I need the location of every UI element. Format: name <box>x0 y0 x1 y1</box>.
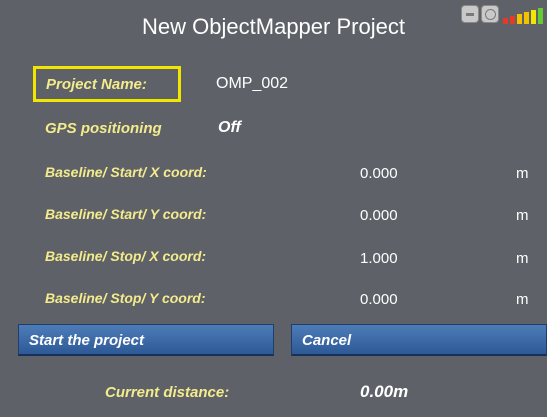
start-x-value[interactable]: 0.000 <box>360 165 398 182</box>
signal-bar <box>517 14 522 24</box>
start-y-unit: m <box>516 207 529 224</box>
stop-x-unit: m <box>516 250 529 267</box>
stop-y-label: Baseline/ Stop/ Y coord: <box>45 290 206 306</box>
signal-bar <box>538 8 543 24</box>
project-name-value[interactable]: OMP_002 <box>216 75 288 93</box>
start-x-unit: m <box>516 165 529 182</box>
stop-x-value[interactable]: 1.000 <box>360 250 398 267</box>
signal-strength-icon <box>503 4 547 24</box>
start-y-label: Baseline/ Start/ Y coord: <box>45 206 207 222</box>
minimize-icon[interactable] <box>461 5 479 23</box>
stop-y-value[interactable]: 0.000 <box>360 291 398 308</box>
cancel-button[interactable]: Cancel <box>291 324 547 356</box>
project-name-field-box[interactable]: Project Name: <box>33 66 181 102</box>
project-name-label: Project Name: <box>46 76 147 93</box>
gps-label: GPS positioning <box>45 120 162 137</box>
signal-bar <box>510 16 515 24</box>
globe-icon[interactable] <box>481 5 499 23</box>
start-project-button[interactable]: Start the project <box>18 324 274 356</box>
current-distance-label: Current distance: <box>105 384 230 401</box>
signal-bar <box>531 10 536 24</box>
stop-x-label: Baseline/ Stop/ X coord: <box>45 248 207 264</box>
stop-y-unit: m <box>516 291 529 308</box>
start-y-value[interactable]: 0.000 <box>360 207 398 224</box>
start-x-label: Baseline/ Start/ X coord: <box>45 164 207 180</box>
current-distance-value: 0.00m <box>360 382 409 401</box>
signal-bar <box>503 18 508 24</box>
gps-value[interactable]: Off <box>218 119 241 137</box>
signal-bar <box>524 12 529 24</box>
